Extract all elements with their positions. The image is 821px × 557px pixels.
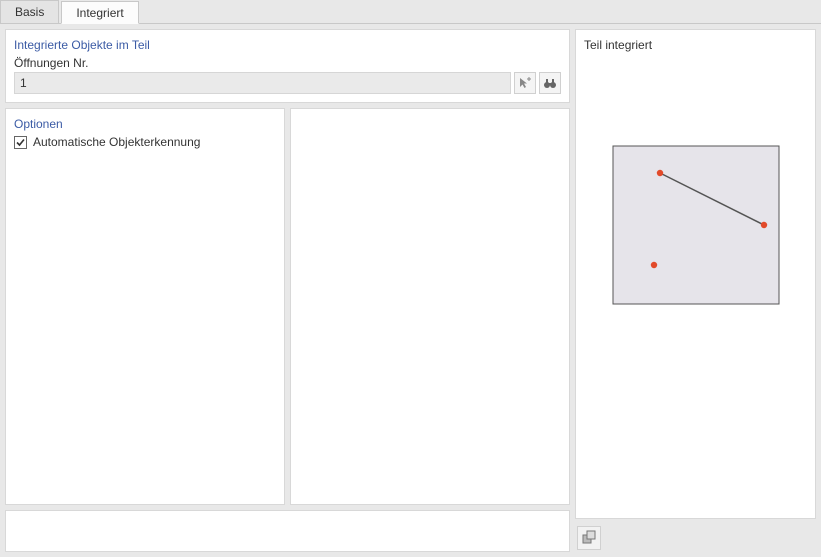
find-button[interactable]: [539, 72, 561, 94]
auto-detect-checkbox[interactable]: [14, 136, 27, 149]
auto-detect-label: Automatische Objekterkennung: [33, 135, 200, 149]
integrated-objects-panel: Integrierte Objekte im Teil Öffnungen Nr…: [5, 29, 570, 103]
stack-icon: [581, 529, 597, 548]
openings-label: Öffnungen Nr.: [14, 56, 561, 70]
empty-panel: [290, 108, 570, 505]
preview-panel: Teil integriert: [575, 29, 816, 519]
bottom-strip-panel: [5, 510, 570, 552]
action-strip: [575, 524, 816, 552]
tab-integriert[interactable]: Integriert: [61, 1, 138, 24]
part-preview: [612, 145, 780, 305]
options-title: Optionen: [14, 117, 276, 131]
preview-title: Teil integriert: [584, 38, 807, 52]
options-panel: Optionen Automatische Objekterkennung: [5, 108, 285, 505]
pick-button[interactable]: [514, 72, 536, 94]
binoculars-icon: [543, 76, 557, 90]
apply-button[interactable]: [577, 526, 601, 550]
tab-basis[interactable]: Basis: [0, 0, 59, 23]
integrated-objects-title: Integrierte Objekte im Teil: [14, 38, 561, 52]
tab-bar: Basis Integriert: [0, 0, 821, 24]
openings-input[interactable]: [14, 72, 511, 94]
arrow-cursor-icon: [518, 76, 532, 90]
